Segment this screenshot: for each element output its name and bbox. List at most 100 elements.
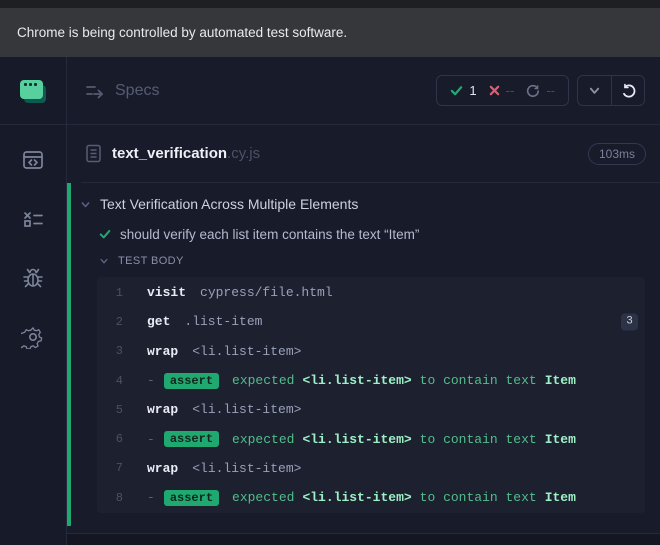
chevron-down-icon bbox=[99, 256, 109, 266]
command-message: <li.list-item> bbox=[192, 461, 301, 476]
specs-header-title: Specs bbox=[115, 82, 159, 100]
test-stats: 1 -- -- bbox=[436, 75, 569, 106]
assert-message-part: Item bbox=[545, 373, 576, 388]
cypress-logo-icon bbox=[19, 78, 47, 104]
command-message: <li.list-item> bbox=[192, 402, 301, 417]
specs-window-icon bbox=[21, 148, 45, 172]
command-content: -assertexpected<li.list-item>to contain … bbox=[147, 490, 584, 506]
command-content: wrap <li.list-item> bbox=[147, 344, 301, 359]
suite-block: Text Verification Across Multiple Elemen… bbox=[67, 183, 660, 526]
assert-message-part: Item bbox=[545, 490, 576, 505]
command-name: visit bbox=[147, 285, 186, 300]
assert-message-part: to contain text bbox=[420, 432, 537, 447]
reporter-panel: Specs 1 -- -- bbox=[66, 57, 660, 545]
cypress-logo-button[interactable] bbox=[0, 57, 66, 125]
command-content: wrap <li.list-item> bbox=[147, 461, 301, 476]
refresh-icon bbox=[621, 83, 636, 98]
suite-header[interactable]: Text Verification Across Multiple Elemen… bbox=[71, 189, 660, 219]
spec-file-title: text_verification.cy.js bbox=[85, 144, 588, 163]
reporter-header: Specs 1 -- -- bbox=[67, 57, 660, 125]
sidebar bbox=[0, 57, 66, 545]
assert-message-part: <li.list-item> bbox=[302, 490, 411, 505]
command-row[interactable]: 1 visitcypress/file.html bbox=[97, 278, 645, 307]
specs-panel-arrow-icon bbox=[85, 82, 105, 100]
command-line-number: 2 bbox=[97, 315, 123, 329]
header-controls: 1 -- -- bbox=[436, 75, 645, 106]
passed-count: 1 bbox=[469, 83, 476, 98]
spec-extension: .cy.js bbox=[227, 145, 260, 162]
assert-dash: - bbox=[147, 490, 155, 505]
sidebar-item-runs[interactable] bbox=[20, 206, 46, 232]
command-row[interactable]: 3 wrap <li.list-item> bbox=[97, 337, 645, 366]
spec-file-row[interactable]: text_verification.cy.js 103ms bbox=[67, 125, 660, 182]
command-content: -assert expected <li.list-item> to contain … bbox=[147, 431, 584, 447]
header-button-group bbox=[577, 75, 645, 106]
command-line-number: 3 bbox=[97, 344, 123, 358]
command-content: wrap <li.list-item> bbox=[147, 402, 301, 417]
chrome-automation-infobar: Chrome is being controlled by automated … bbox=[0, 8, 660, 57]
assert-message-part: to contain text bbox=[420, 490, 537, 505]
suite-title: Text Verification Across Multiple Elemen… bbox=[100, 196, 358, 212]
test-passed-check-icon bbox=[99, 228, 111, 240]
spec-duration-badge: 103ms bbox=[588, 143, 646, 165]
footer-area bbox=[67, 534, 660, 545]
command-line-number: 8 bbox=[97, 491, 123, 505]
assert-dash: - bbox=[147, 432, 155, 447]
cypress-app: Specs 1 -- -- bbox=[0, 57, 660, 545]
sidebar-item-debug[interactable] bbox=[20, 265, 46, 291]
sidebar-item-settings[interactable] bbox=[20, 324, 46, 350]
command-message: cypress/file.html bbox=[200, 285, 333, 300]
command-line-number: 4 bbox=[97, 374, 123, 388]
command-row[interactable]: 5 wrap <li.list-item> bbox=[97, 395, 645, 424]
test-row[interactable]: should verify each list item contains th… bbox=[71, 219, 660, 249]
sidebar-item-specs[interactable] bbox=[20, 147, 46, 173]
command-row[interactable]: 8 -assertexpected<li.list-item>to contai… bbox=[97, 483, 645, 512]
bottom-spacer bbox=[67, 526, 660, 533]
failed-count: -- bbox=[506, 83, 515, 98]
command-row[interactable]: 7 wrap <li.list-item> bbox=[97, 454, 645, 483]
rerun-tests-button[interactable] bbox=[611, 76, 644, 105]
command-name: wrap bbox=[147, 402, 178, 417]
specs-header-group[interactable]: Specs bbox=[85, 82, 159, 100]
command-name: wrap bbox=[147, 461, 178, 476]
assert-message-part: <li.list-item> bbox=[302, 373, 411, 388]
command-log: 1 visitcypress/file.html 2 get.list-item… bbox=[97, 277, 645, 513]
command-message: <li.list-item> bbox=[192, 344, 301, 359]
command-row[interactable]: 6 -assertexpected<li.list-item>to contai… bbox=[97, 424, 645, 453]
chevron-down-icon bbox=[588, 84, 601, 97]
command-content: visit cypress/file.html bbox=[147, 285, 333, 300]
command-row[interactable]: 2 get.list-item 3 bbox=[97, 307, 645, 336]
restart-circle-icon bbox=[526, 84, 540, 98]
command-line-number: 7 bbox=[97, 461, 123, 475]
runs-checklist-icon bbox=[21, 207, 45, 231]
command-name: wrap bbox=[147, 344, 178, 359]
command-content: get.list-item bbox=[147, 314, 262, 329]
test-body-toggle[interactable]: TEST BODY bbox=[71, 249, 660, 273]
stat-passed: 1 bbox=[450, 83, 476, 98]
window-top-strip bbox=[0, 0, 660, 8]
assert-badge: assert bbox=[164, 431, 219, 447]
command-content: -assertexpected<li.list-item>to contain … bbox=[147, 373, 584, 389]
assert-message-part: expected bbox=[232, 373, 294, 388]
assert-badge: assert bbox=[164, 373, 219, 389]
assert-message-part: <li.list-item> bbox=[302, 432, 411, 447]
x-icon bbox=[489, 85, 500, 96]
test-title: should verify each list item contains th… bbox=[120, 227, 419, 242]
stat-failed: -- bbox=[489, 83, 515, 98]
command-message: .list-item bbox=[184, 314, 262, 329]
assert-message-part: expected bbox=[232, 432, 294, 447]
infobar-message: Chrome is being controlled by automated … bbox=[17, 25, 347, 40]
command-row[interactable]: 4 -assertexpected<li.list-item>to contai… bbox=[97, 366, 645, 395]
element-count-badge: 3 bbox=[621, 313, 638, 330]
test-body-label: TEST BODY bbox=[118, 255, 184, 267]
chevron-down-icon bbox=[80, 199, 91, 210]
assert-badge: assert bbox=[164, 490, 219, 506]
pending-count: -- bbox=[546, 83, 555, 98]
command-line-number: 5 bbox=[97, 403, 123, 417]
stat-pending: -- bbox=[526, 83, 555, 98]
document-icon bbox=[85, 144, 102, 163]
spec-name: text_verification bbox=[112, 145, 227, 162]
assert-message-part: Item bbox=[545, 432, 576, 447]
collapse-specs-button[interactable] bbox=[578, 76, 611, 105]
settings-gear-icon bbox=[21, 325, 45, 349]
